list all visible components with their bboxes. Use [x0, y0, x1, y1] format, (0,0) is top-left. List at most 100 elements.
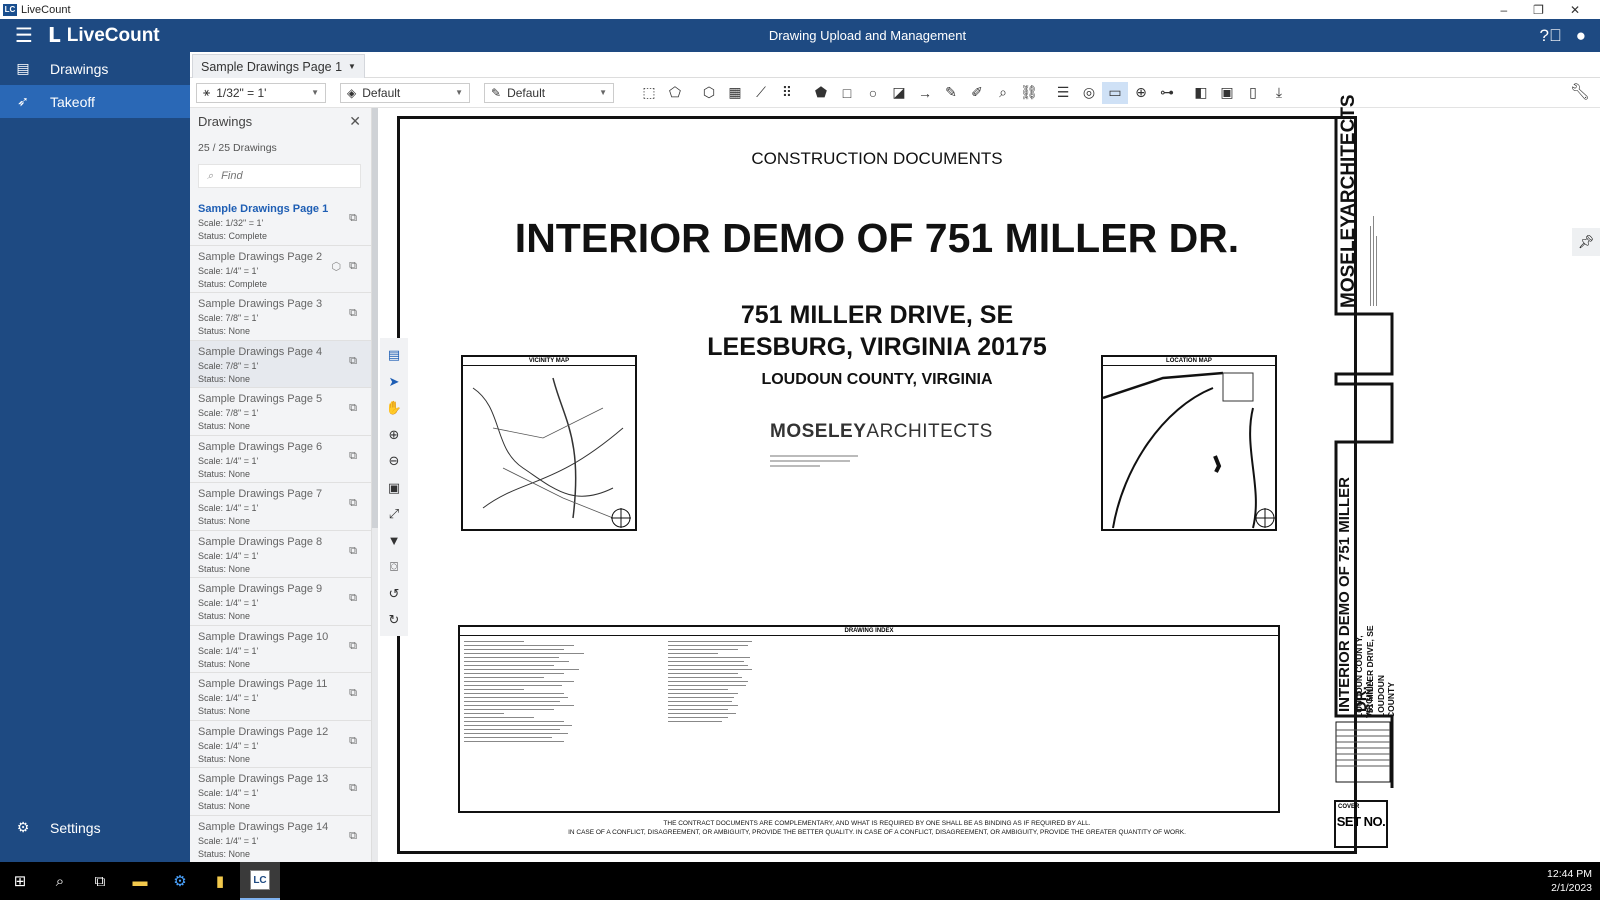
compare-icon[interactable]: ◧ [1188, 82, 1214, 104]
list-item[interactable]: Sample Drawings Page 8 Scale: 1/4" = 1' … [190, 531, 371, 578]
index-column-1 [464, 641, 654, 745]
scroll-thumb[interactable] [372, 108, 378, 528]
circle-icon[interactable]: ○ [860, 82, 886, 104]
report-icon[interactable]: ▣ [1214, 82, 1240, 104]
search-input[interactable] [221, 170, 342, 182]
list-item[interactable]: Sample Drawings Page 11 Scale: 1/4" = 1'… [190, 673, 371, 721]
pointer-icon[interactable]: ➤ [380, 369, 408, 396]
style-select[interactable]: ✎ Default ▼ [484, 82, 614, 103]
search-icon[interactable]: ⌕ [40, 862, 80, 900]
open-external-icon[interactable]: ⧉ [349, 545, 357, 558]
drawings-icon[interactable]: ▤ [380, 342, 408, 369]
app-logo-icon: LC [3, 3, 17, 16]
takeoff-icon[interactable]: ⬡ [331, 260, 341, 273]
list-item[interactable]: Sample Drawings Page 13 Scale: 1/4" = 1'… [190, 768, 371, 816]
overlay-icon[interactable]: ▭ [1102, 81, 1128, 104]
camera-icon[interactable]: ⌼ [380, 554, 408, 581]
dots-grid-icon[interactable]: ⠿ [774, 82, 800, 104]
list-icon[interactable]: ☰ [1050, 82, 1076, 104]
list-item[interactable]: Sample Drawings Page 7 Scale: 1/4" = 1' … [190, 483, 371, 531]
close-window-icon[interactable]: ✕ [1570, 3, 1580, 17]
document-icon[interactable]: ▯ [1240, 82, 1266, 104]
open-external-icon[interactable]: ⧉ [349, 355, 357, 368]
open-external-icon[interactable]: ⧉ [349, 592, 357, 605]
rotate-right-icon[interactable]: ↻ [380, 607, 408, 634]
open-external-icon[interactable]: ⧉ [349, 735, 357, 748]
link-icon[interactable]: ⛓ [1016, 82, 1042, 104]
hierarchy-icon[interactable]: ⊶ [1154, 82, 1180, 104]
rectangle-icon[interactable]: □ [834, 82, 860, 104]
app-gear-icon[interactable]: ⚙ [160, 862, 200, 900]
list-item[interactable]: Sample Drawings Page 9 Scale: 1/4" = 1' … [190, 578, 371, 626]
open-external-icon[interactable]: ⧉ [349, 497, 357, 510]
chevron-down-icon[interactable]: ▼ [348, 62, 356, 71]
task-view-icon[interactable]: ⧉ [80, 862, 120, 900]
linear-tool-icon[interactable]: ⟋ [748, 82, 774, 104]
list-item[interactable]: Sample Drawings Page 14 Scale: 1/4" = 1'… [190, 816, 371, 863]
open-external-icon[interactable]: ⧉ [349, 830, 357, 843]
pin-icon[interactable]: 📌︎ [1572, 228, 1600, 256]
file-explorer-icon[interactable]: ▬ [120, 862, 160, 900]
layer-select[interactable]: ◈ Default ▼ [340, 82, 470, 103]
zoom-in-icon[interactable]: ⊕ [380, 422, 408, 449]
open-external-icon[interactable]: ⧉ [349, 402, 357, 415]
highlighter-icon[interactable]: ✐ [964, 82, 990, 104]
polygon-select-icon[interactable]: ⬠ [662, 82, 688, 104]
area-select-icon[interactable]: ⬚ [636, 82, 662, 104]
help-icon[interactable]: ?⃝ [1540, 26, 1562, 46]
minimize-icon[interactable]: – [1500, 3, 1507, 17]
windows-start-icon[interactable]: ⊞ [0, 862, 40, 900]
zoom-out-icon[interactable]: ⊖ [380, 448, 408, 475]
open-external-icon[interactable]: ⧉ [349, 782, 357, 795]
crosshair-icon[interactable]: ⊕ [1128, 82, 1154, 104]
area-tool-icon[interactable]: ⬡ [696, 82, 722, 104]
pencil-icon[interactable]: ✎ [938, 82, 964, 104]
nav-item-drawings[interactable]: ▤ Drawings [0, 52, 190, 85]
open-external-icon[interactable]: ⧉ [349, 307, 357, 320]
hide-icon[interactable]: ◎ [1076, 82, 1102, 104]
system-clock[interactable]: 12:44 PM 2/1/2023 [1547, 867, 1600, 895]
expand-icon[interactable]: ⤢ [380, 501, 408, 528]
filter-icon[interactable]: ▼ [380, 528, 408, 555]
scale-select[interactable]: ⚹ 1/32" = 1' ▼ [196, 82, 326, 103]
open-external-icon[interactable]: ⧉ [349, 687, 357, 700]
drawing-canvas[interactable]: CONSTRUCTION DOCUMENTS INTERIOR DEMO OF … [380, 94, 1600, 862]
restore-icon[interactable]: ❐ [1533, 3, 1544, 17]
list-item[interactable]: Sample Drawings Page 10 Scale: 1/4" = 1'… [190, 626, 371, 673]
freeform-icon[interactable]: ⬟ [808, 82, 834, 104]
drawing-scale: Scale: 1/4" = 1' [198, 598, 259, 608]
panel-scrollbar[interactable] [372, 108, 378, 862]
close-icon[interactable]: ✕ [349, 113, 361, 130]
sticky-app-icon[interactable]: ▮ [200, 862, 240, 900]
list-item[interactable]: Sample Drawings Page 4 Scale: 7/8" = 1' … [190, 340, 371, 388]
nav-item-settings[interactable]: ⚙ Settings [0, 811, 190, 844]
download-icon[interactable]: ⤓ [1266, 82, 1292, 104]
menu-icon[interactable]: ☰ [0, 23, 48, 48]
drawing-scale: Scale: 1/4" = 1' [198, 265, 259, 276]
arrow-icon[interactable]: → [912, 82, 938, 104]
stamp-icon[interactable]: ⌕ [990, 82, 1016, 104]
rotate-left-icon[interactable]: ↺ [380, 581, 408, 608]
find-box[interactable]: ⌕ [198, 164, 361, 188]
list-item[interactable]: Sample Drawings Page 1 Scale: 1/32" = 1'… [190, 198, 371, 246]
fit-page-icon[interactable]: ▣ [380, 475, 408, 502]
nav-item-label: Takeoff [50, 93, 95, 110]
list-item[interactable]: Sample Drawings Page 3 Scale: 7/8" = 1' … [190, 293, 371, 341]
open-external-icon[interactable]: ⧉ [349, 260, 357, 273]
wrench-icon[interactable]: 🔧︎ [1570, 82, 1590, 102]
drawing-name: Sample Drawings Page 4 [198, 345, 323, 358]
list-item[interactable]: Sample Drawings Page 2 Scale: 1/4" = 1' … [190, 246, 371, 293]
list-item[interactable]: Sample Drawings Page 5 Scale: 7/8" = 1' … [190, 388, 371, 436]
account-icon[interactable]: ● [1576, 26, 1586, 46]
nav-item-takeoff[interactable]: ➶ Takeoff [0, 85, 190, 118]
open-external-icon[interactable]: ⧉ [349, 450, 357, 463]
list-item[interactable]: Sample Drawings Page 6 Scale: 1/4" = 1' … [190, 436, 371, 483]
count-grid-icon[interactable]: ▦ [722, 82, 748, 104]
livecount-taskbar-button[interactable]: LC [240, 862, 280, 900]
tab-active-drawing[interactable]: Sample Drawings Page 1 ▼ [192, 54, 365, 78]
open-external-icon[interactable]: ⧉ [349, 640, 357, 653]
open-external-icon[interactable]: ⧉ [349, 212, 357, 225]
note-icon[interactable]: ◪ [886, 82, 912, 104]
pan-hand-icon[interactable]: ✋ [380, 395, 408, 422]
list-item[interactable]: Sample Drawings Page 12 Scale: 1/4" = 1'… [190, 721, 371, 768]
